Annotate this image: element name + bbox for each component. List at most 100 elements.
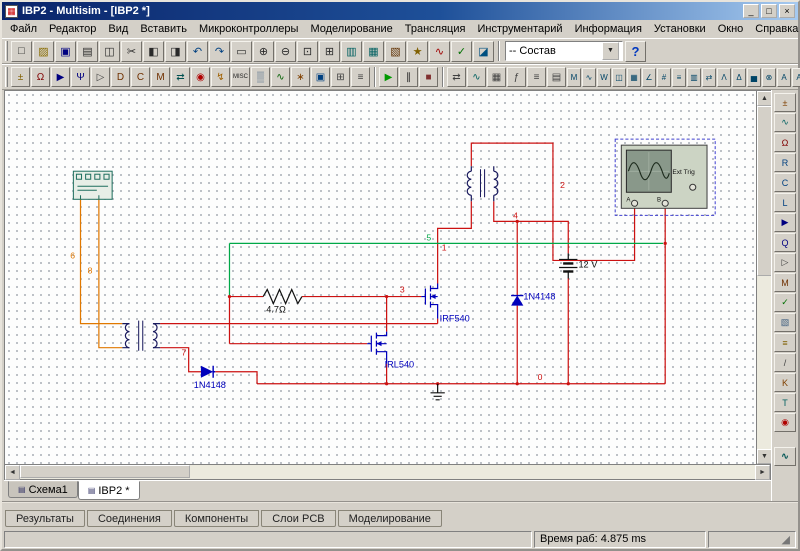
distortion-analyzer-icon[interactable]: Δ [732, 68, 746, 87]
print-preview-icon[interactable]: ◫ [99, 41, 120, 62]
component-wizard-icon[interactable]: ★ [407, 41, 428, 62]
menu-item[interactable]: Справка [749, 21, 800, 37]
diode-group-icon[interactable]: ▶ [51, 67, 70, 87]
relay-virtual-icon[interactable]: K [774, 373, 796, 392]
mosfet-irl540-label[interactable]: IRL540 [385, 360, 415, 370]
project-bar-icon[interactable]: ▥ [341, 41, 362, 62]
ttl-group-icon[interactable]: D [111, 67, 130, 87]
four-channel-scope-icon[interactable]: ▦ [627, 68, 641, 87]
schematic-canvas[interactable]: 4.7Ω IRF540 [5, 91, 756, 464]
transistor-virtual-icon[interactable]: Q [774, 233, 796, 252]
basic-virtual-icon[interactable]: Ω [774, 133, 796, 152]
horizontal-scrollbar[interactable]: ◄ ► [4, 465, 771, 480]
run-simulation-icon[interactable]: ▶ [379, 67, 398, 87]
battery-12v[interactable]: 12 V [559, 253, 598, 278]
capture-to-pcb-icon[interactable]: ◪ [473, 41, 494, 62]
agilent-multimeter-icon[interactable]: A [792, 68, 800, 87]
full-screen-icon[interactable]: ▭ [231, 41, 252, 62]
toolbar-grip[interactable] [5, 41, 8, 61]
wattmeter-icon[interactable]: W [597, 68, 611, 87]
zoom-area-icon[interactable]: ⊡ [297, 41, 318, 62]
3d-virtual-icon[interactable]: ▧ [774, 313, 796, 332]
bus-icon[interactable]: ≡ [351, 67, 370, 87]
signal-source-virtual-icon[interactable]: ∿ [774, 113, 796, 132]
menu-item[interactable]: Окно [712, 21, 750, 37]
basic-group-icon[interactable]: Ω [31, 67, 50, 87]
redo-icon[interactable]: ↷ [209, 41, 230, 62]
iv-analyzer-icon[interactable]: Λ [717, 68, 731, 87]
erc-check-icon[interactable]: ✓ [451, 41, 472, 62]
scroll-left-icon[interactable]: ◄ [5, 465, 20, 480]
net-label-7[interactable]: 7 [182, 348, 187, 358]
transistor-group-icon[interactable]: Ψ [71, 67, 90, 87]
transformer-top[interactable] [467, 166, 498, 201]
resistor-label[interactable]: 4.7Ω [266, 305, 286, 315]
network-analyzer-icon[interactable]: ⊗ [762, 68, 776, 87]
measurement-probe-icon[interactable]: ∿ [774, 447, 796, 466]
function-generator-icon[interactable]: ∿ [582, 68, 596, 87]
net-label-1[interactable]: 1 [442, 242, 447, 252]
help-button[interactable]: ? [625, 41, 646, 62]
advanced-peripherals-group-icon[interactable]: ▒ [251, 67, 270, 87]
scroll-up-icon[interactable]: ▲ [757, 91, 772, 106]
pause-simulation-icon[interactable]: ∥ [399, 67, 418, 87]
oscilloscope-icon[interactable]: ◫ [612, 68, 626, 87]
spectrum-analyzer-icon[interactable]: ▅ [747, 68, 761, 87]
sheet-tab-schema1[interactable]: ▤ Схема1 [8, 481, 78, 498]
new-icon[interactable]: □ [11, 41, 32, 62]
menu-item[interactable]: Вид [102, 21, 134, 37]
net-label-2[interactable]: 2 [560, 180, 565, 190]
battery-virtual-icon[interactable]: ≡ [774, 333, 796, 352]
misc-group-icon[interactable]: MISC [231, 67, 250, 87]
word-generator-icon[interactable]: ≡ [672, 68, 686, 87]
capacitor-virtual-icon[interactable]: C [774, 173, 796, 192]
bode-plotter-icon[interactable]: ∠ [642, 68, 656, 87]
connector-component[interactable] [73, 171, 112, 199]
scroll-right-icon[interactable]: ► [755, 465, 770, 480]
electromechanical-group-icon[interactable]: ∗ [291, 67, 310, 87]
open-icon[interactable]: ▨ [33, 41, 54, 62]
menu-item[interactable]: Редактор [43, 21, 102, 37]
grapher-icon[interactable]: ∿ [429, 41, 450, 62]
spreadsheet-tab[interactable]: Моделирование [338, 510, 442, 527]
rf-group-icon[interactable]: ∿ [271, 67, 290, 87]
frequency-counter-icon[interactable]: # [657, 68, 671, 87]
maximize-button[interactable]: □ [761, 4, 777, 18]
horizontal-scroll-thumb[interactable] [20, 465, 190, 478]
measurement-virtual-icon[interactable]: ◉ [774, 413, 796, 432]
rated-virtual-icon[interactable]: ✓ [774, 293, 796, 312]
diode-1n4148-left[interactable]: 1N4148 [194, 366, 226, 390]
in-use-list-value[interactable] [506, 45, 602, 57]
resistor-virtual-icon[interactable]: R [774, 153, 796, 172]
stop-simulation-icon[interactable]: ■ [419, 67, 438, 87]
toolbar-grip[interactable] [5, 67, 8, 87]
cmos-group-icon[interactable]: C [131, 67, 150, 87]
database-manager-icon[interactable]: ▧ [385, 41, 406, 62]
multimeter-icon[interactable]: M [567, 68, 581, 87]
mosfet-irl540[interactable]: IRL540 [367, 332, 414, 370]
menu-item[interactable]: Трансляция [399, 21, 472, 37]
transformer-left[interactable] [122, 321, 160, 351]
spreadsheet-tab[interactable]: Результаты [5, 510, 85, 527]
minimize-button[interactable]: _ [743, 4, 759, 18]
logic-converter-icon[interactable]: ⇄ [702, 68, 716, 87]
net-label-8[interactable]: 8 [88, 266, 93, 276]
mosfet-irf540-label[interactable]: IRF540 [440, 314, 470, 324]
chevron-down-icon[interactable]: ▼ [602, 42, 619, 60]
power-source-virtual-icon[interactable]: ± [774, 93, 796, 112]
vertical-scroll-thumb[interactable] [757, 106, 772, 276]
net-label-0[interactable]: 0 [538, 372, 543, 382]
vertical-scrollbar[interactable]: ▲ ▼ [756, 91, 771, 464]
menu-item[interactable]: Установки [648, 21, 712, 37]
hierarchical-block-icon[interactable]: ⊞ [331, 67, 350, 87]
power-group-icon[interactable]: ↯ [211, 67, 230, 87]
resistor-4_7ohm[interactable]: 4.7Ω [263, 290, 302, 315]
oscilloscope[interactable]: Ext Trig A B [615, 139, 715, 215]
net-label-6[interactable]: 6 [70, 251, 75, 261]
analyses-icon[interactable]: ƒ [507, 67, 526, 87]
postprocessor-icon[interactable]: ≡ [527, 67, 546, 87]
zoom-in-icon[interactable]: ⊕ [253, 41, 274, 62]
menu-item[interactable]: Информация [569, 21, 648, 37]
analog-group-icon[interactable]: ▷ [91, 67, 110, 87]
net-label-5[interactable]: 5 [426, 232, 431, 242]
